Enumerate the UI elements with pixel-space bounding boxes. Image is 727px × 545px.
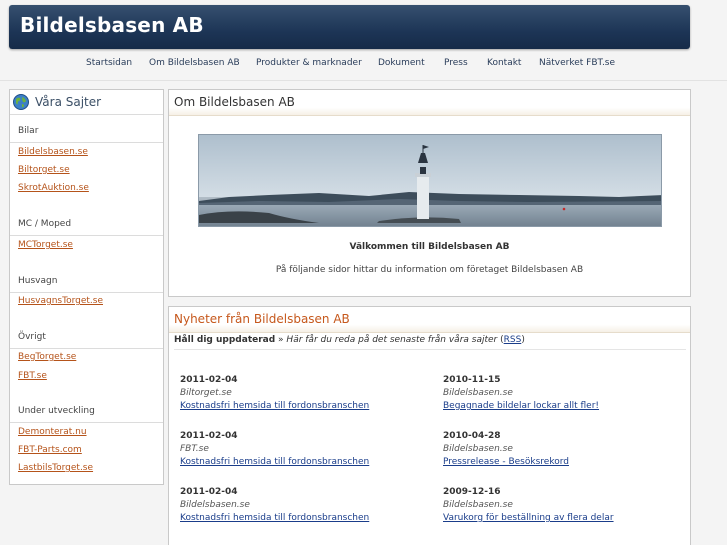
intro-text: På följande sidor hittar du information … [275,265,584,275]
site-link-begtorget[interactable]: BegTorget.se [18,352,76,362]
category-mc-moped: MC / Moped [18,219,72,229]
category-divider [10,142,163,143]
site-link-fbt[interactable]: FBT.se [18,371,47,381]
globe-icon [13,94,29,110]
news-item: 2011-02-04 FBT.se Kostnadsfri hemsida ti… [180,431,430,467]
site-link-skrotauktion[interactable]: SkrotAuktion.se [18,183,89,193]
site-header: Bildelsbasen AB [9,5,690,49]
news-subtitle: Håll dig uppdaterad » Här får du reda på… [174,335,525,345]
news-date: 2009-12-16 [443,487,501,497]
site-link-lastbilstorget[interactable]: LastbilsTorget.se [18,463,93,473]
news-date: 2010-11-15 [443,375,501,385]
news-subtitle-divider [174,349,686,350]
news-headline-link[interactable]: Kostnadsfri hemsida till fordonsbransche… [180,513,430,523]
site-link-fbt-parts[interactable]: FBT-Parts.com [18,445,82,455]
site-link-bildelsbasen[interactable]: Bildelsbasen.se [18,147,88,157]
sidebar-header: Våra Sajter [10,90,163,115]
news-date: 2011-02-04 [180,431,238,441]
news-title-bar: Nyheter från Bildelsbasen AB [169,307,690,333]
news-title: Nyheter från Bildelsbasen AB [174,312,350,326]
news-date: 2011-02-04 [180,375,238,385]
lighthouse-scene [199,135,661,226]
news-source: Biltorget.se [180,388,232,398]
nav-natverket-fbt[interactable]: Nätverket FBT.se [539,58,615,68]
news-subtitle-text: Här får du reda på det senaste från våra… [286,335,498,345]
site-link-demonterat[interactable]: Demonterat.nu [18,427,87,437]
site-link-mctorget[interactable]: MCTorget.se [18,240,73,250]
sites-sidebar: Våra Sajter Bilar Bildelsbasen.se Biltor… [9,89,164,485]
news-date: 2011-02-04 [180,487,238,497]
news-source: FBT.se [180,444,209,454]
news-source: Bildelsbasen.se [180,500,250,510]
news-source: Bildelsbasen.se [443,388,513,398]
nav-kontakt[interactable]: Kontakt [487,58,521,68]
news-item: 2011-02-04 Biltorget.se Kostnadsfri hems… [180,375,430,411]
sidebar-title: Våra Sajter [35,95,102,109]
about-panel: Om Bildelsbasen AB Välkommen till Bildel… [168,89,691,297]
news-headline-link[interactable]: Varukorg för beställning av flera delar [443,513,693,523]
category-bilar: Bilar [18,126,39,136]
welcome-heading: Välkommen till Bildelsbasen AB [349,242,510,252]
news-item: 2010-04-28 Bildelsbasen.se Pressrelease … [443,431,693,467]
news-item: 2010-11-15 Bildelsbasen.se Begagnade bil… [443,375,693,411]
news-headline-link[interactable]: Kostnadsfri hemsida till fordonsbransche… [180,457,430,467]
category-divider [10,348,163,349]
news-subtitle-bold: Håll dig uppdaterad [174,335,276,345]
news-source: Bildelsbasen.se [443,444,513,454]
nav-press[interactable]: Press [444,58,468,68]
site-link-biltorget[interactable]: Biltorget.se [18,165,70,175]
rss-close-paren: ) [521,335,525,345]
about-title: Om Bildelsbasen AB [174,95,295,109]
news-source: Bildelsbasen.se [443,500,513,510]
news-panel: Nyheter från Bildelsbasen AB Håll dig up… [168,306,691,545]
lighthouse-image [198,134,662,227]
rss-link[interactable]: RSS [504,335,522,345]
category-under-utveckling: Under utveckling [18,406,95,416]
news-date: 2010-04-28 [443,431,501,441]
nav-dokument[interactable]: Dokument [378,58,425,68]
news-headline-link[interactable]: Begagnade bildelar lockar allt fler! [443,401,693,411]
category-ovrigt: Övrigt [18,332,46,342]
news-subtitle-separator: » [275,335,287,345]
nav-om-bildelsbasen[interactable]: Om Bildelsbasen AB [149,58,240,68]
about-title-bar: Om Bildelsbasen AB [169,90,690,116]
news-item: 2011-02-04 Bildelsbasen.se Kostnadsfri h… [180,487,430,523]
nav-produkter-marknader[interactable]: Produkter & marknader [256,58,362,68]
news-headline-link[interactable]: Pressrelease - Besöksrekord [443,457,693,467]
news-headline-link[interactable]: Kostnadsfri hemsida till fordonsbransche… [180,401,430,411]
site-link-husvagnstorget[interactable]: HusvagnsTorget.se [18,296,103,306]
category-divider [10,292,163,293]
site-title[interactable]: Bildelsbasen AB [20,13,204,37]
category-divider [10,235,163,236]
category-divider [10,422,163,423]
category-husvagn: Husvagn [18,276,58,286]
main-nav: Startsidan Om Bildelsbasen AB Produkter … [0,58,727,74]
nav-divider [0,80,727,81]
nav-startsidan[interactable]: Startsidan [86,58,132,68]
news-item: 2009-12-16 Bildelsbasen.se Varukorg för … [443,487,693,523]
